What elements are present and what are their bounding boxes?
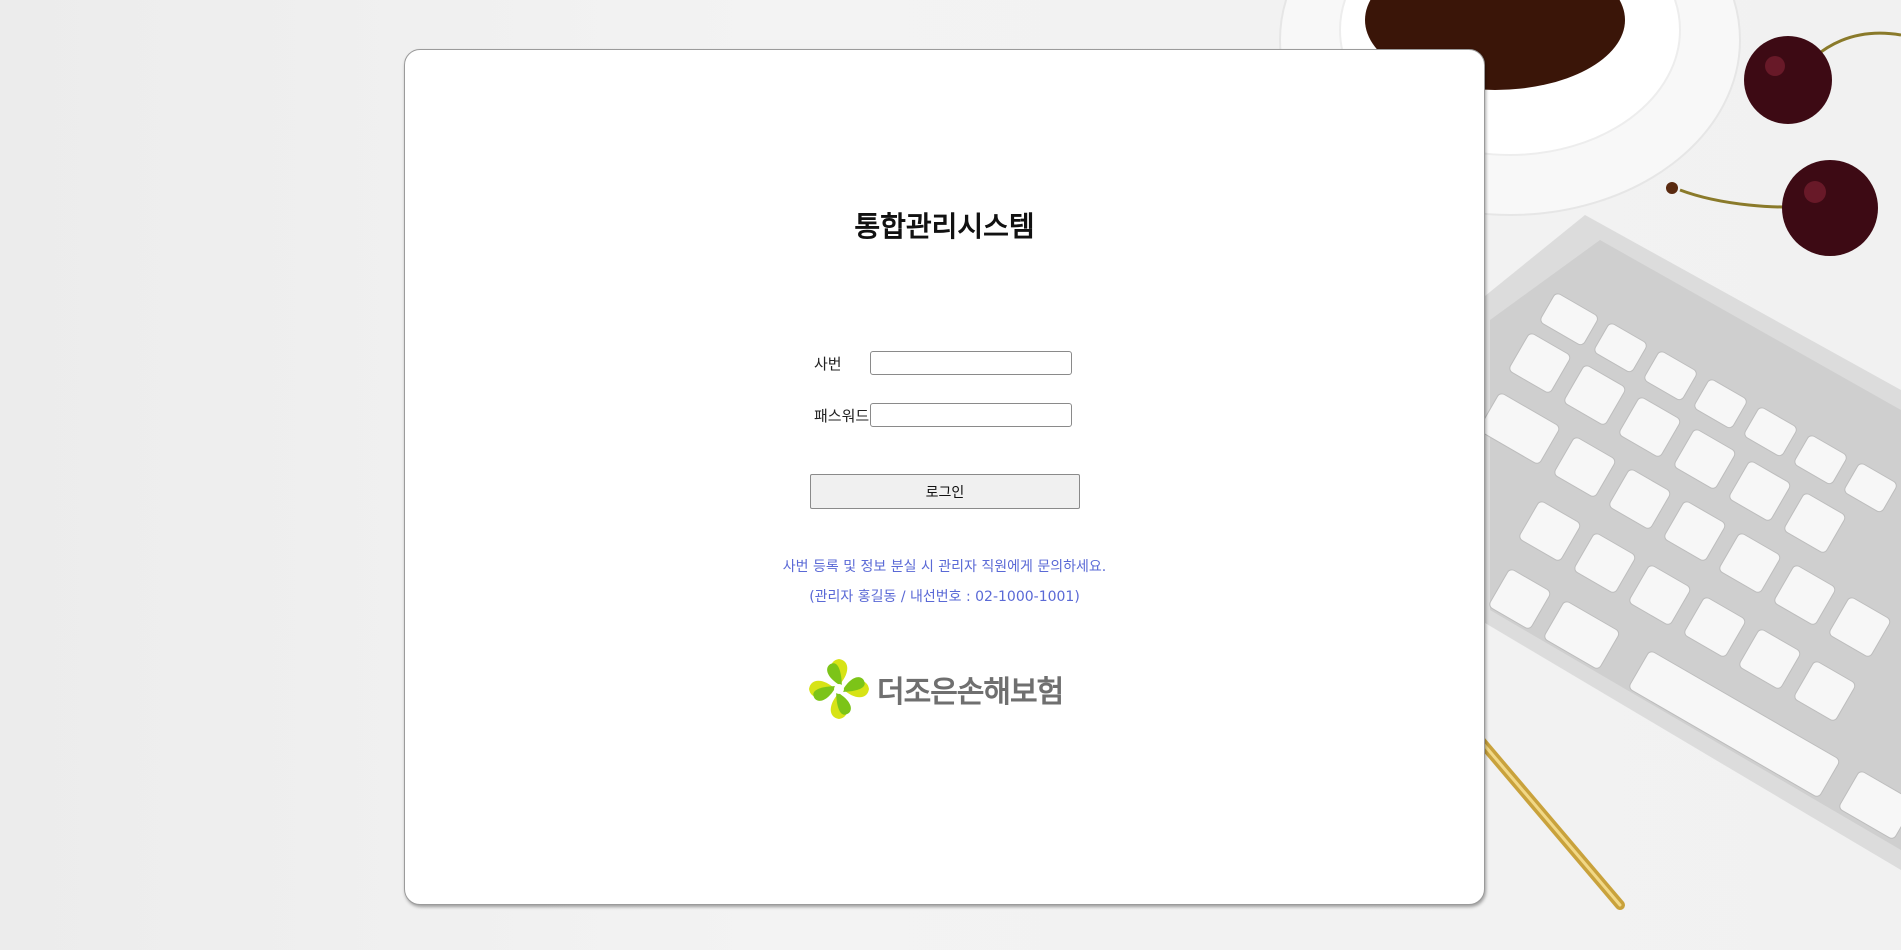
- employee-id-label: 사번: [814, 354, 842, 373]
- password-row: 패스워드: [814, 403, 1072, 427]
- clover-logo-icon: [809, 659, 869, 719]
- employee-id-row: 사번: [814, 351, 1072, 375]
- employee-id-input[interactable]: [870, 351, 1072, 375]
- notice-line-1: 사번 등록 및 정보 분실 시 관리자 직원에게 문의하세요.: [782, 559, 1107, 575]
- password-label: 패스워드: [814, 406, 870, 425]
- login-button[interactable]: 로그인: [810, 474, 1080, 509]
- cherry-icon: [1666, 31, 1901, 256]
- brand-name: 더조은손해보험: [877, 675, 1064, 710]
- login-card: 통합관리시스템 사번 패스워드 로그인 사번 등록 및 정보 분실 시 관리자 …: [404, 49, 1485, 905]
- brand-logo: 더조은손해보험: [807, 657, 1064, 721]
- keyboard-icon: [1479, 215, 1901, 870]
- password-input[interactable]: [870, 403, 1072, 427]
- page-title: 통합관리시스템: [854, 210, 1035, 243]
- pen-icon: [1475, 735, 1625, 910]
- notice-line-2: (관리자 홍길동 / 내선번호 : 02-1000-1001): [809, 589, 1080, 605]
